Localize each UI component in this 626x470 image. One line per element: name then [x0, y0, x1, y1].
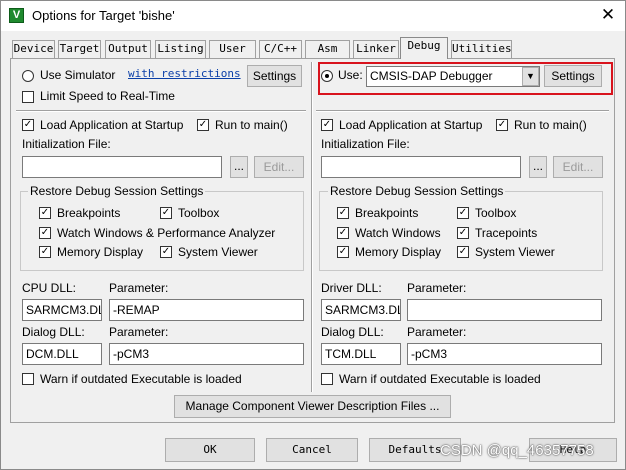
toolbox-checkbox[interactable]: ✓ — [457, 207, 469, 219]
breakpoints-label: Breakpoints — [355, 206, 419, 220]
warn-outdated-checkbox[interactable] — [321, 373, 333, 385]
tab-target[interactable]: Target — [58, 40, 101, 58]
memory-display-checkbox[interactable]: ✓ — [39, 246, 51, 258]
cpu-dll-parameter-input[interactable]: -REMAP — [109, 299, 304, 321]
restrictions-link[interactable]: with restrictions — [128, 67, 241, 80]
memory-display-checkbox[interactable]: ✓ — [337, 246, 349, 258]
tab-debug[interactable]: Debug — [400, 37, 448, 59]
limit-speed-checkbox[interactable] — [22, 91, 34, 103]
init-file-browse-button[interactable]: ... — [230, 156, 248, 178]
tab-linker[interactable]: Linker — [353, 40, 399, 58]
window-title: Options for Target 'bishe' — [32, 8, 175, 23]
dialog-dll-input[interactable]: DCM.DLL — [22, 343, 102, 365]
run-to-main-label: Run to main() — [215, 118, 288, 132]
warn-outdated-label: Warn if outdated Executable is loaded — [40, 372, 242, 386]
dialog-dll-parameter-input[interactable]: -pCM3 — [407, 343, 602, 365]
load-app-label: Load Application at Startup — [40, 118, 184, 132]
system-viewer-checkbox[interactable]: ✓ — [160, 246, 172, 258]
memory-display-label: Memory Display — [57, 245, 144, 259]
use-simulator-label: Use Simulator — [40, 68, 116, 82]
toolbox-checkbox[interactable]: ✓ — [160, 207, 172, 219]
dialog-dll-input[interactable]: TCM.DLL — [321, 343, 401, 365]
chevron-down-icon[interactable]: ▼ — [522, 67, 539, 86]
limit-speed-label: Limit Speed to Real-Time — [40, 89, 175, 103]
tab-asm[interactable]: Asm — [305, 40, 350, 58]
use-debugger-radio[interactable] — [321, 70, 333, 82]
load-app-label: Load Application at Startup — [339, 118, 483, 132]
dialog-dll-parameter-label: Parameter: — [407, 325, 467, 339]
run-to-main-checkbox[interactable]: ✓ — [197, 119, 209, 131]
cpu-dll-parameter-label: Parameter: — [109, 281, 169, 295]
simulator-settings-button[interactable]: Settings — [247, 65, 302, 87]
load-app-checkbox[interactable]: ✓ — [22, 119, 34, 131]
debugger-settings-button[interactable]: Settings — [544, 65, 602, 87]
driver-dll-parameter-input[interactable] — [407, 299, 602, 321]
uvision-icon: V — [9, 8, 24, 23]
dialog-dll-parameter-label: Parameter: — [109, 325, 169, 339]
system-viewer-checkbox[interactable]: ✓ — [457, 246, 469, 258]
tab-device[interactable]: Device — [12, 40, 55, 58]
divider — [316, 110, 609, 112]
run-to-main-checkbox[interactable]: ✓ — [496, 119, 508, 131]
init-file-input[interactable] — [321, 156, 521, 178]
tab-listing[interactable]: Listing — [155, 40, 206, 58]
debugger-select[interactable]: CMSIS-DAP Debugger — [366, 66, 540, 87]
warn-outdated-checkbox[interactable] — [22, 373, 34, 385]
tab-user[interactable]: User — [209, 40, 256, 58]
use-simulator-radio[interactable] — [22, 70, 34, 82]
restore-group-title: Restore Debug Session Settings — [328, 184, 506, 198]
init-file-browse-button[interactable]: ... — [529, 156, 547, 178]
init-file-label: Initialization File: — [22, 137, 111, 151]
watch-windows-label: Watch Windows — [355, 226, 441, 240]
system-viewer-label: System Viewer — [178, 245, 258, 259]
cancel-button[interactable]: Cancel — [266, 438, 358, 462]
init-file-label: Initialization File: — [321, 137, 410, 151]
watch-windows-label: Watch Windows & Performance Analyzer — [57, 226, 276, 240]
ok-button[interactable]: OK — [165, 438, 255, 462]
load-app-checkbox[interactable]: ✓ — [321, 119, 333, 131]
breakpoints-label: Breakpoints — [57, 206, 121, 220]
tab-c-cpp[interactable]: C/C++ — [259, 40, 302, 58]
use-label: Use: — [338, 68, 363, 82]
run-to-main-label: Run to main() — [514, 118, 587, 132]
dialog-dll-label: Dialog DLL: — [22, 325, 85, 339]
column-divider — [311, 62, 313, 392]
tab-utilities[interactable]: Utilities — [451, 40, 512, 58]
dialog-dll-label: Dialog DLL: — [321, 325, 384, 339]
watch-windows-checkbox[interactable]: ✓ — [39, 227, 51, 239]
divider — [16, 110, 306, 112]
init-file-edit-button[interactable]: Edit... — [254, 156, 304, 178]
warn-outdated-label: Warn if outdated Executable is loaded — [339, 372, 541, 386]
close-icon[interactable]: ✕ — [596, 4, 620, 26]
toolbox-label: Toolbox — [178, 206, 220, 220]
memory-display-label: Memory Display — [355, 245, 442, 259]
cpu-dll-input[interactable]: SARMCM3.DLL — [22, 299, 102, 321]
driver-dll-label: Driver DLL: — [321, 281, 382, 295]
tracepoints-checkbox[interactable]: ✓ — [457, 227, 469, 239]
driver-dll-parameter-label: Parameter: — [407, 281, 467, 295]
cpu-dll-label: CPU DLL: — [22, 281, 77, 295]
manage-component-viewer-button[interactable]: Manage Component Viewer Description File… — [174, 395, 451, 418]
dialog-dll-parameter-input[interactable]: -pCM3 — [109, 343, 304, 365]
tracepoints-label: Tracepoints — [475, 226, 538, 240]
init-file-edit-button[interactable]: Edit... — [553, 156, 603, 178]
watch-windows-checkbox[interactable]: ✓ — [337, 227, 349, 239]
breakpoints-checkbox[interactable]: ✓ — [337, 207, 349, 219]
breakpoints-checkbox[interactable]: ✓ — [39, 207, 51, 219]
restore-group-title: Restore Debug Session Settings — [28, 184, 206, 198]
driver-dll-input[interactable]: SARMCM3.DLL — [321, 299, 401, 321]
init-file-input[interactable] — [22, 156, 222, 178]
csdn-watermark: CSDN @qq_46357758 — [440, 442, 594, 459]
tab-output[interactable]: Output — [105, 40, 151, 58]
toolbox-label: Toolbox — [475, 206, 517, 220]
system-viewer-label: System Viewer — [475, 245, 555, 259]
